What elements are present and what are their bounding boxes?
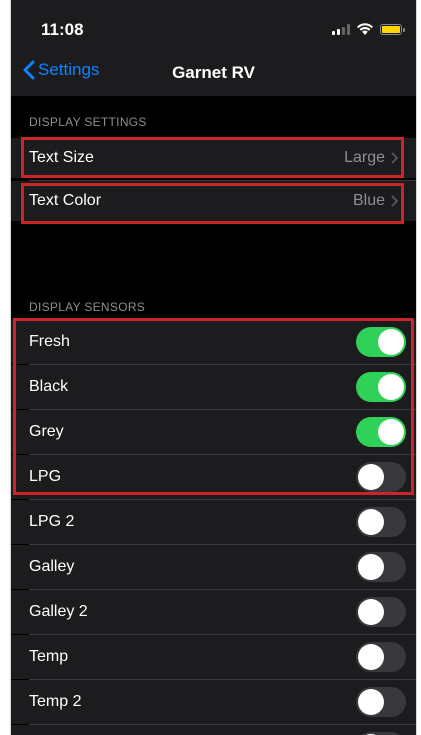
navigation-bar: Settings Garnet RV	[11, 50, 416, 96]
battery-icon	[380, 23, 405, 35]
toggle-knob	[358, 509, 384, 535]
status-icons	[332, 22, 405, 36]
section-header-display-settings: DISPLAY SETTINGS	[29, 115, 147, 129]
sensor-toggle[interactable]	[356, 552, 406, 582]
status-bar: 11:08	[11, 0, 416, 50]
sensor-label: LPG 2	[29, 513, 75, 530]
highlight-text-color	[21, 183, 404, 224]
toggle-knob	[358, 644, 384, 670]
sensor-row: LPG 2	[11, 500, 416, 544]
sensor-row: Temp 2	[11, 680, 416, 724]
toggle-knob	[358, 689, 384, 715]
toggle-knob	[358, 599, 384, 625]
sensor-label: Temp 3	[29, 725, 81, 735]
sensor-label: Galley 2	[29, 603, 88, 620]
sensor-row: Temp 3	[11, 725, 416, 735]
section-header-display-sensors: DISPLAY SENSORS	[29, 300, 146, 314]
page-title: Garnet RV	[172, 63, 255, 82]
sensor-label: Temp	[29, 648, 69, 665]
status-time: 11:08	[41, 20, 84, 39]
highlight-text-size	[21, 137, 404, 178]
sensor-toggle[interactable]	[356, 507, 406, 537]
sensor-row: Galley	[11, 545, 416, 589]
sensor-toggle[interactable]	[356, 642, 406, 672]
highlight-sensor-group	[13, 318, 414, 495]
cellular-signal-icon	[332, 23, 350, 35]
sensor-toggle[interactable]	[356, 597, 406, 627]
sensor-row: Galley 2	[11, 590, 416, 634]
wifi-icon	[357, 23, 373, 35]
sensor-label: Galley	[29, 558, 75, 575]
sensor-toggle[interactable]	[356, 687, 406, 717]
sensor-label: Temp 2	[29, 693, 82, 710]
sensor-row: Temp	[11, 635, 416, 679]
toggle-knob	[358, 554, 384, 580]
